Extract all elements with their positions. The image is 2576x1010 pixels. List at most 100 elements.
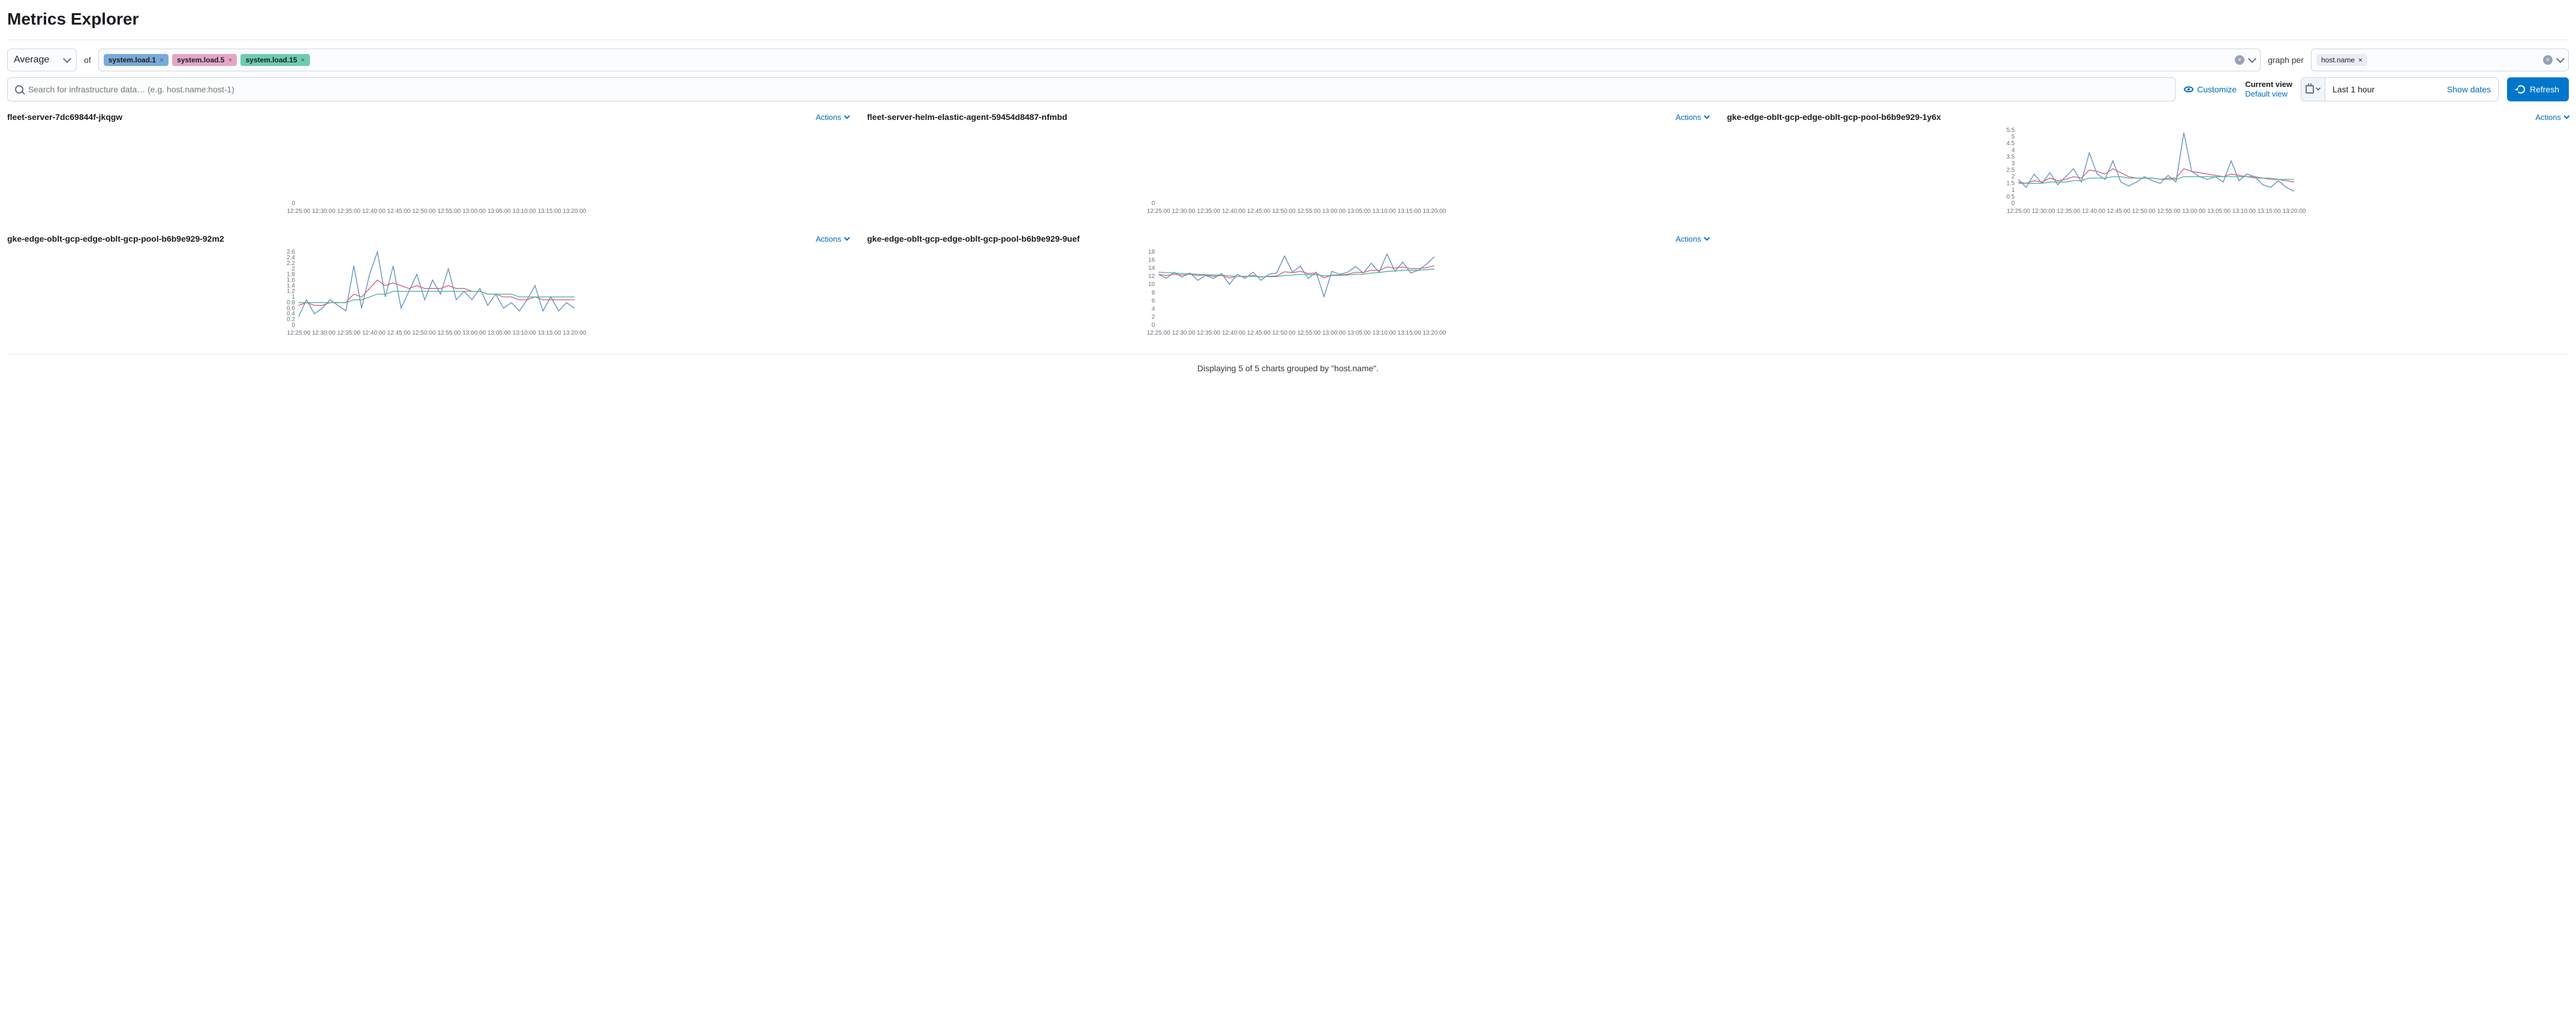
- chart-card: gke-edge-oblt-gcp-edge-oblt-gcp-pool-b6b…: [1727, 112, 2569, 220]
- svg-text:12:55:00: 12:55:00: [437, 208, 461, 215]
- svg-text:18: 18: [1148, 249, 1155, 255]
- chart-plot[interactable]: 00.20.40.60.811.21.41.61.822.22.42.612:2…: [7, 248, 849, 338]
- search-input[interactable]: [28, 85, 2168, 94]
- svg-text:13:10:00: 13:10:00: [2232, 208, 2256, 215]
- svg-text:12:55:00: 12:55:00: [1297, 208, 1320, 215]
- svg-text:13:05:00: 13:05:00: [2207, 208, 2231, 215]
- svg-text:0: 0: [1151, 200, 1155, 207]
- svg-text:8: 8: [1151, 290, 1155, 296]
- metric-label: system.load.5: [177, 56, 224, 64]
- chevron-down-icon: [2316, 86, 2321, 91]
- chart-plot[interactable]: 012:25:0012:30:0012:35:0012:40:0012:45:0…: [867, 127, 1709, 217]
- svg-text:12:30:00: 12:30:00: [1172, 330, 1195, 336]
- show-dates-link[interactable]: Show dates: [2440, 85, 2498, 94]
- chart-actions-button[interactable]: Actions: [815, 113, 849, 122]
- metric-pill[interactable]: system.load.15×: [240, 54, 309, 66]
- calendar-button[interactable]: [2301, 78, 2325, 101]
- chevron-down-icon: [1704, 235, 1710, 241]
- metric-pill[interactable]: system.load.1 ×: [104, 54, 168, 66]
- group-by-pill[interactable]: host.name×: [2316, 54, 2367, 66]
- metrics-input[interactable]: system.load.1×system.load.5×system.load.…: [98, 49, 2261, 71]
- customize-button[interactable]: Customize: [2184, 85, 2237, 94]
- chart-plot[interactable]: 012:25:0012:30:0012:35:0012:40:0012:45:0…: [7, 127, 849, 217]
- svg-text:13:20:00: 13:20:00: [1423, 330, 1446, 336]
- remove-icon[interactable]: ×: [160, 56, 164, 64]
- chart-title: gke-edge-oblt-gcp-edge-oblt-gcp-pool-b6b…: [7, 234, 224, 244]
- chart-card: gke-edge-oblt-gcp-edge-oblt-gcp-pool-b6b…: [7, 234, 849, 341]
- svg-text:0.4: 0.4: [287, 311, 295, 317]
- metric-pill[interactable]: system.load.5 ×: [172, 54, 237, 66]
- chart-actions-button[interactable]: Actions: [1675, 113, 1709, 122]
- svg-text:13:20:00: 13:20:00: [2283, 208, 2306, 215]
- metric-label: system.load.1: [109, 56, 156, 64]
- chart-actions-button[interactable]: Actions: [2535, 113, 2569, 122]
- remove-icon[interactable]: ×: [2358, 56, 2363, 64]
- graph-per-label: graph per: [2268, 55, 2304, 65]
- svg-text:13:10:00: 13:10:00: [1373, 208, 1396, 215]
- actions-label: Actions: [815, 235, 841, 244]
- svg-text:12:50:00: 12:50:00: [2132, 208, 2156, 215]
- svg-text:10: 10: [1148, 281, 1155, 288]
- chart-title: fleet-server-7dc69844f-jkqgw: [7, 112, 122, 122]
- svg-text:0.5: 0.5: [2006, 194, 2015, 200]
- svg-text:12:30:00: 12:30:00: [2032, 208, 2055, 215]
- chevron-down-icon: [844, 113, 850, 119]
- svg-text:13:00:00: 13:00:00: [462, 330, 486, 336]
- svg-text:13:15:00: 13:15:00: [2258, 208, 2281, 215]
- svg-text:16: 16: [1148, 257, 1155, 264]
- aggregation-select[interactable]: Average: [7, 49, 77, 71]
- svg-text:12:30:00: 12:30:00: [312, 330, 335, 336]
- chevron-down-icon: [63, 55, 71, 63]
- svg-text:2.2: 2.2: [287, 260, 295, 267]
- chart-title: fleet-server-helm-elastic-agent-59454d84…: [867, 112, 1067, 122]
- svg-text:13:10:00: 13:10:00: [1373, 330, 1396, 336]
- chart-actions-button[interactable]: Actions: [1675, 235, 1709, 244]
- chart-actions-button[interactable]: Actions: [815, 235, 849, 244]
- of-label: of: [84, 55, 91, 65]
- svg-text:12:40:00: 12:40:00: [362, 208, 386, 215]
- refresh-button[interactable]: Refresh: [2507, 77, 2569, 101]
- svg-text:2: 2: [291, 266, 295, 272]
- graph-per-input[interactable]: host.name× ×: [2311, 49, 2569, 71]
- chart-plot[interactable]: 00.511.522.533.544.555.512:25:0012:30:00…: [1727, 127, 2569, 217]
- search-input-wrapper[interactable]: [7, 77, 2175, 101]
- actions-label: Actions: [1675, 113, 1701, 122]
- svg-text:13:20:00: 13:20:00: [563, 330, 586, 336]
- series-system.load.5: [1158, 266, 1434, 278]
- svg-text:0: 0: [2011, 200, 2015, 207]
- svg-text:13:10:00: 13:10:00: [513, 208, 536, 215]
- svg-text:12:30:00: 12:30:00: [312, 208, 335, 215]
- svg-text:14: 14: [1148, 265, 1155, 272]
- svg-text:12:35:00: 12:35:00: [2057, 208, 2080, 215]
- svg-text:13:15:00: 13:15:00: [538, 208, 561, 215]
- svg-text:0.6: 0.6: [287, 305, 295, 312]
- svg-text:12: 12: [1148, 273, 1155, 280]
- svg-text:0.2: 0.2: [287, 317, 295, 323]
- svg-text:4: 4: [1151, 306, 1155, 312]
- date-picker[interactable]: Last 1 hour Show dates: [2301, 77, 2499, 101]
- svg-text:12:45:00: 12:45:00: [1247, 330, 1271, 336]
- svg-text:12:25:00: 12:25:00: [287, 208, 311, 215]
- calendar-icon: [2306, 85, 2314, 94]
- svg-text:12:55:00: 12:55:00: [1297, 330, 1320, 336]
- clear-icon[interactable]: ×: [2235, 55, 2244, 65]
- chart-plot[interactable]: 02468101214161812:25:0012:30:0012:35:001…: [867, 248, 1709, 338]
- remove-icon[interactable]: ×: [228, 56, 232, 64]
- customize-label: Customize: [2197, 85, 2237, 94]
- divider: [7, 354, 2569, 355]
- chart-title: gke-edge-oblt-gcp-edge-oblt-gcp-pool-b6b…: [1727, 112, 1941, 122]
- remove-icon[interactable]: ×: [301, 56, 305, 64]
- svg-text:13:00:00: 13:00:00: [462, 208, 486, 215]
- aggregation-value: Average: [14, 55, 49, 65]
- clear-icon[interactable]: ×: [2543, 55, 2553, 65]
- date-range-value: Last 1 hour: [2325, 85, 2440, 94]
- series-system.load.5: [299, 280, 574, 305]
- svg-text:12:40:00: 12:40:00: [2082, 208, 2105, 215]
- svg-text:13:05:00: 13:05:00: [487, 330, 511, 336]
- svg-text:12:40:00: 12:40:00: [1222, 208, 1245, 215]
- svg-text:12:45:00: 12:45:00: [387, 208, 411, 215]
- svg-text:4.5: 4.5: [2006, 140, 2015, 147]
- svg-text:5.5: 5.5: [2006, 127, 2015, 134]
- svg-text:12:25:00: 12:25:00: [1147, 208, 1170, 215]
- default-view-link[interactable]: Default view: [2245, 89, 2292, 99]
